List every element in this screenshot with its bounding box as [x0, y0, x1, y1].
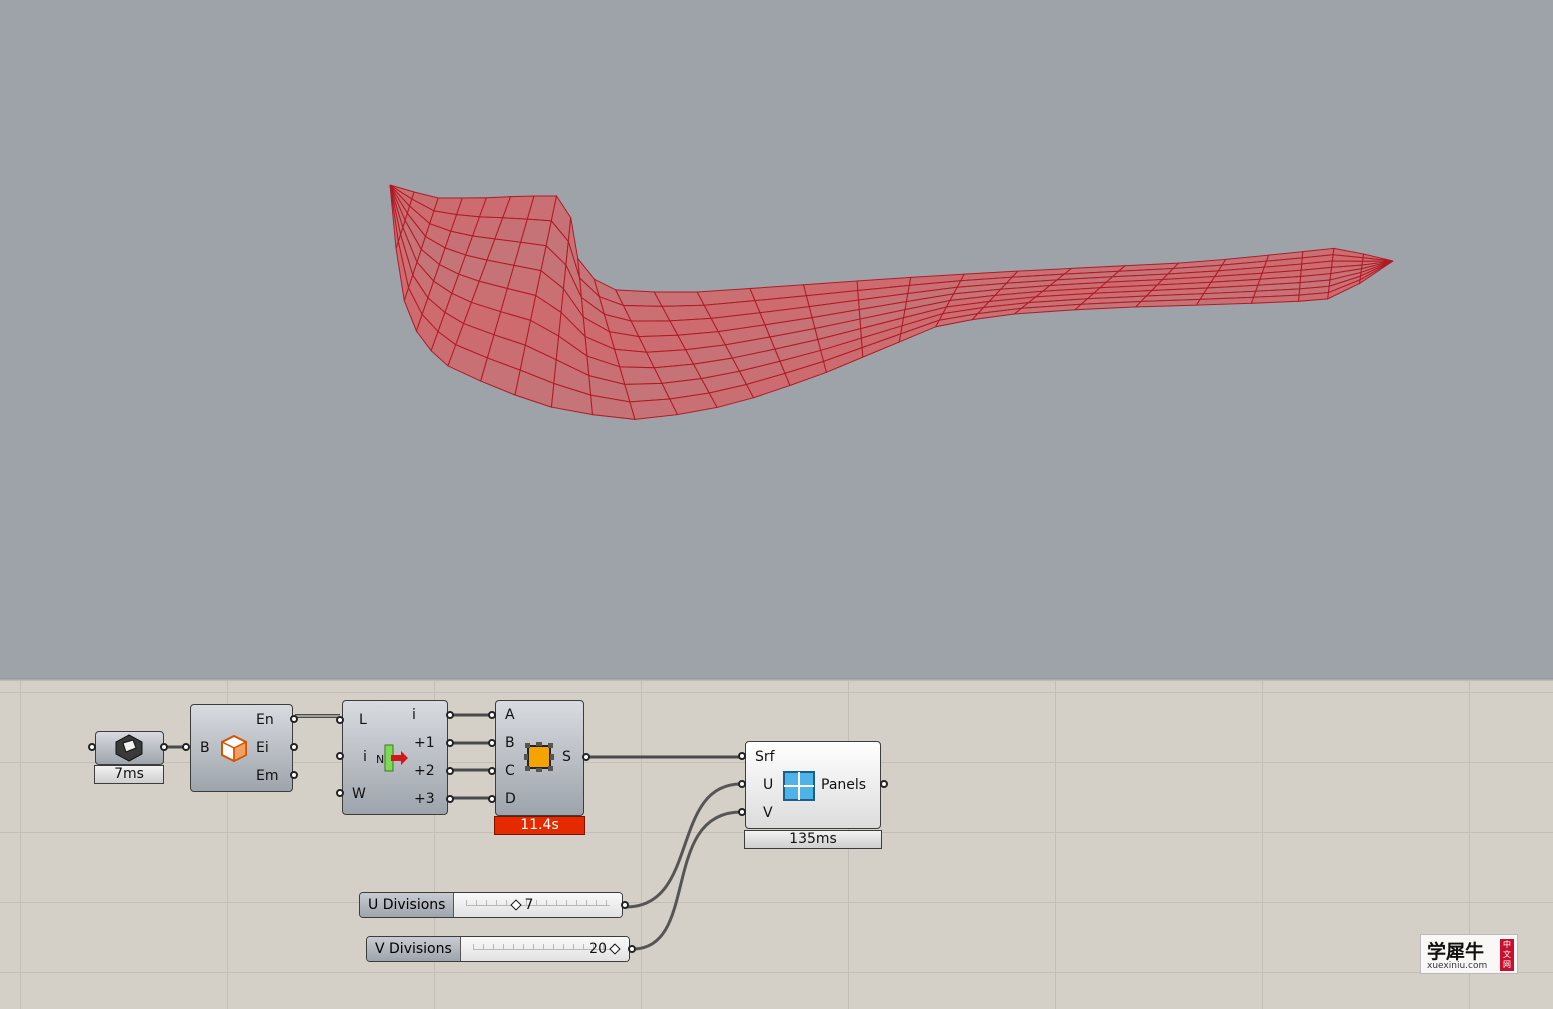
slider-handle-icon[interactable] — [609, 942, 621, 955]
output-grip-i[interactable] — [446, 711, 454, 719]
panels-icon — [783, 771, 815, 801]
input-grip-v[interactable] — [738, 808, 746, 816]
slider-value: 7 — [524, 897, 534, 913]
panels-timer: 135ms — [744, 830, 882, 849]
input-b-label: B — [200, 740, 210, 756]
input-grip-c[interactable] — [488, 767, 496, 775]
input-c-label: C — [505, 763, 515, 779]
output-grip-en[interactable] — [290, 715, 298, 723]
surface-panel — [629, 398, 679, 420]
output-grip-s[interactable] — [582, 753, 590, 761]
slider-value-wrap[interactable]: 7 — [508, 897, 533, 913]
output-grip-plus3[interactable] — [446, 795, 454, 803]
panels-component[interactable]: Srf U V Panels — [745, 741, 881, 829]
input-grip-a[interactable] — [488, 711, 496, 719]
edge-surface-icon — [524, 742, 554, 772]
output-em-label: Em — [256, 768, 279, 784]
slider-label: V Divisions — [367, 937, 461, 961]
output-panels-label: Panels — [821, 777, 867, 793]
slider-handle-icon[interactable] — [510, 898, 523, 911]
input-d-label: D — [505, 791, 516, 807]
v-divisions-slider[interactable]: V Divisions 20 — [366, 936, 630, 962]
input-grip-u[interactable] — [738, 780, 746, 788]
input-b-label: B — [505, 735, 515, 751]
slider-track[interactable]: 7 — [454, 893, 622, 917]
input-grip-l[interactable] — [336, 716, 344, 724]
watermark-stamp: 中文网 — [1500, 939, 1514, 971]
brep-param-timer: 7ms — [94, 765, 164, 784]
input-grip[interactable] — [88, 743, 96, 751]
slider-label: U Divisions — [360, 893, 455, 917]
input-i-label: i — [363, 749, 367, 765]
output-s-label: S — [562, 749, 571, 765]
edge-surface-component[interactable]: A B C D S — [495, 700, 584, 816]
input-grip-srf[interactable] — [738, 752, 746, 760]
input-srf-label: Srf — [755, 749, 775, 765]
input-grip-i[interactable] — [336, 752, 344, 760]
output-grip[interactable] — [160, 743, 168, 751]
output-i-label: i — [412, 707, 416, 723]
output-plus3-label: +3 — [414, 791, 435, 807]
deconstruct-brep-component[interactable]: B En Ei Em — [190, 704, 293, 792]
output-grip-ei[interactable] — [290, 743, 298, 751]
watermark-text: 学犀牛 — [1427, 941, 1485, 963]
list-item-icon-text: N — [376, 753, 384, 766]
slider-ticks — [466, 900, 610, 906]
list-item-component[interactable]: L i W N i +1 +2 +3 — [342, 700, 448, 815]
list-item-icon: N — [376, 744, 408, 772]
output-grip-panels[interactable] — [880, 780, 888, 788]
input-grip-b[interactable] — [488, 739, 496, 747]
input-u-label: U — [763, 777, 774, 793]
output-plus1-label: +1 — [414, 735, 435, 751]
wire — [632, 810, 742, 951]
output-grip-plus2[interactable] — [446, 767, 454, 775]
slider-track[interactable]: 20 — [460, 937, 629, 961]
input-grip-d[interactable] — [488, 795, 496, 803]
slider-value: 20 — [589, 941, 607, 957]
wire — [625, 782, 742, 909]
brep-param-icon — [115, 734, 143, 762]
slider-output-grip[interactable] — [628, 945, 636, 953]
input-grip-b[interactable] — [182, 743, 190, 751]
input-w-label: W — [352, 786, 366, 802]
paneled-surface — [389, 184, 1394, 421]
rhino-viewport[interactable] — [0, 0, 1553, 678]
input-l-label: L — [359, 712, 367, 728]
output-plus2-label: +2 — [414, 763, 435, 779]
output-en-label: En — [256, 712, 274, 728]
u-divisions-slider[interactable]: U Divisions 7 — [359, 892, 623, 918]
input-a-label: A — [505, 707, 515, 723]
edge-surface-timer: 11.4s — [494, 816, 585, 835]
brep-parameter[interactable] — [95, 731, 164, 765]
watermark-logo: 学犀牛 xuexiniu.com 中文网 — [1420, 934, 1518, 974]
surface-panel — [653, 291, 706, 307]
watermark-url: xuexiniu.com — [1427, 961, 1488, 971]
output-ei-label: Ei — [256, 740, 269, 756]
output-grip-plus1[interactable] — [446, 739, 454, 747]
slider-value-wrap[interactable]: 20 — [589, 941, 623, 957]
slider-output-grip[interactable] — [621, 901, 629, 909]
input-grip-w[interactable] — [336, 789, 344, 797]
input-v-label: V — [763, 805, 773, 821]
deconstruct-brep-icon — [221, 734, 247, 762]
surface-mesh — [389, 184, 1394, 421]
output-grip-em[interactable] — [290, 771, 298, 779]
